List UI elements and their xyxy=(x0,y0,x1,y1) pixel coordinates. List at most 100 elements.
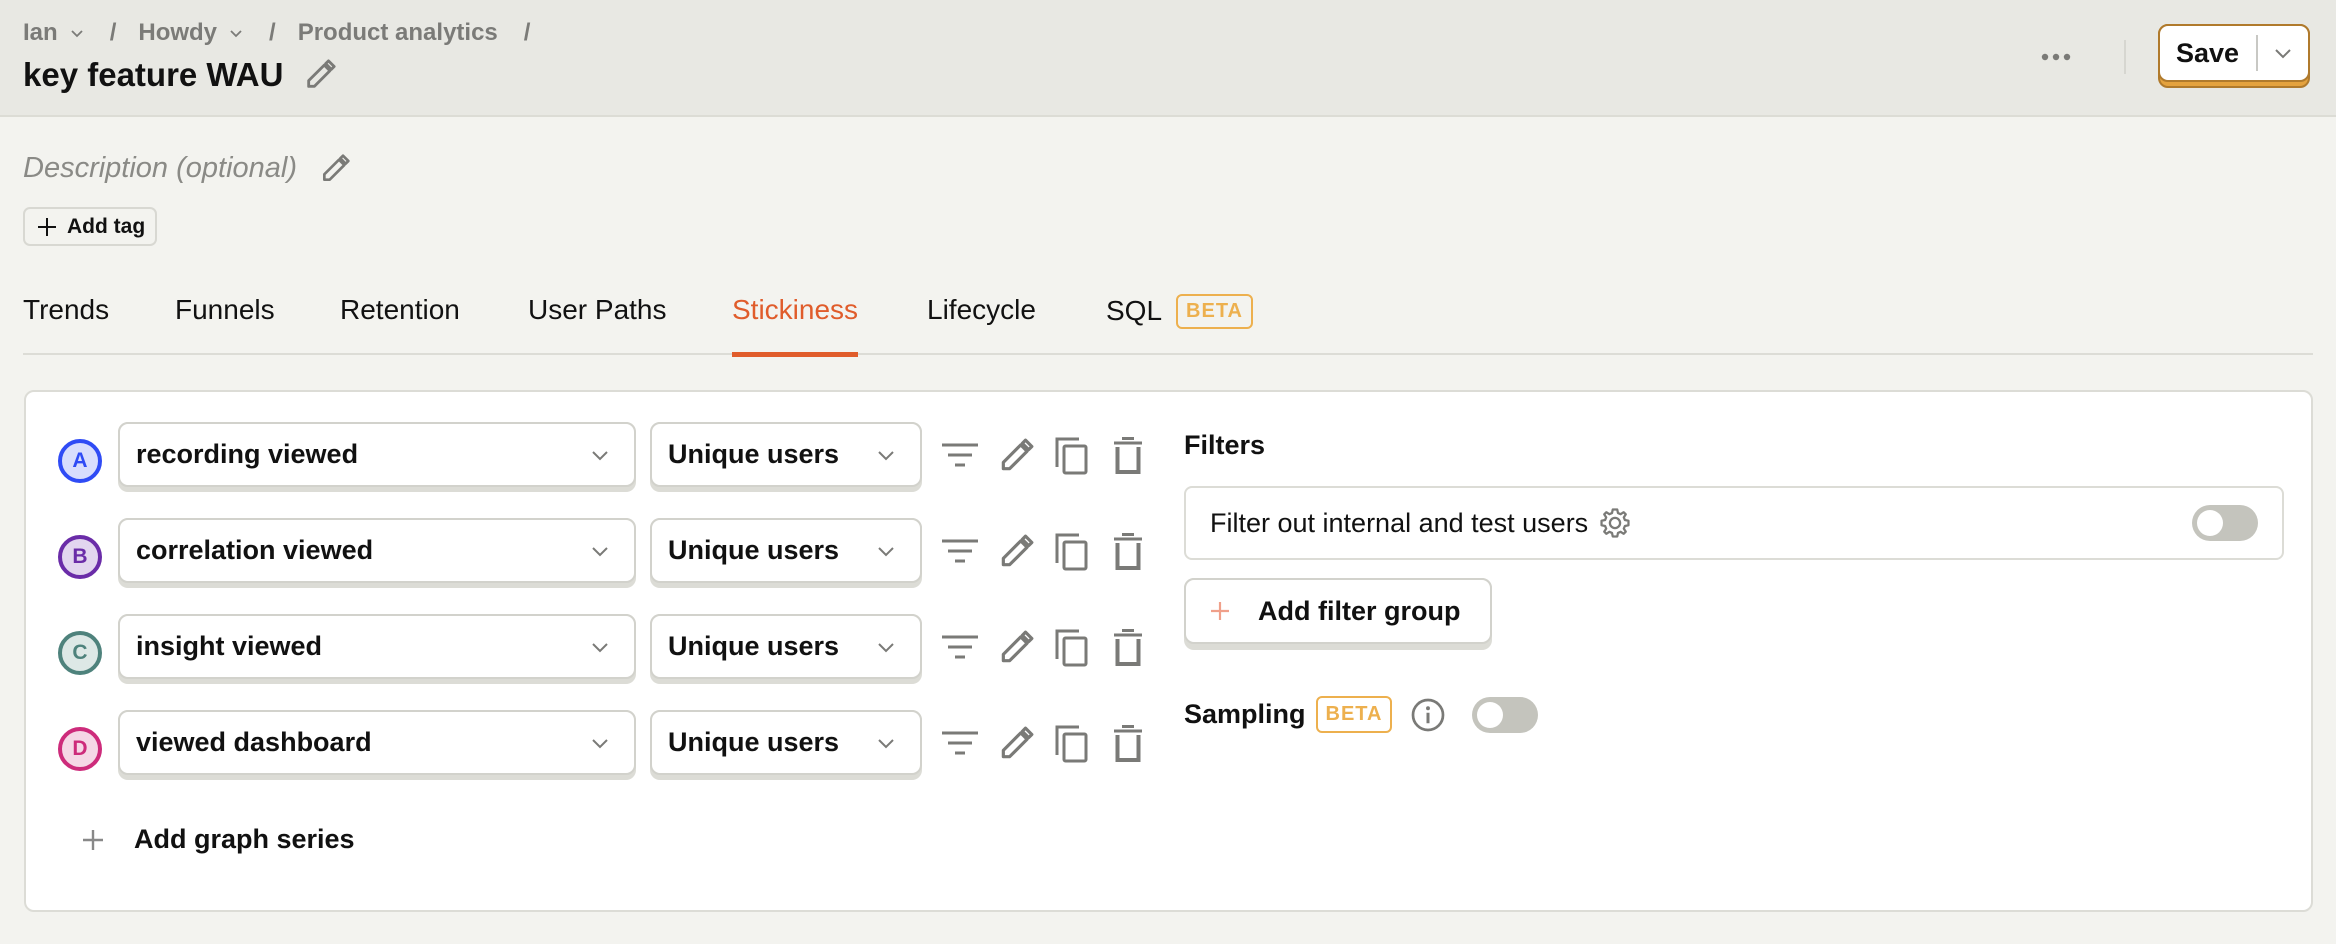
tab-label: Lifecycle xyxy=(927,294,1036,325)
rename-button[interactable] xyxy=(996,628,1036,668)
math-select-value: Unique users xyxy=(668,439,840,469)
tab-sql[interactable]: SQL BETA xyxy=(1106,290,1253,355)
info-icon[interactable] xyxy=(1410,697,1446,733)
chevron-down-icon xyxy=(2275,49,2291,59)
add-graph-series-label: Add graph series xyxy=(134,824,355,854)
series-actions xyxy=(940,724,1164,764)
copy-icon xyxy=(1055,437,1088,475)
breadcrumb-separator: / xyxy=(269,19,276,46)
test-account-filter-toggle[interactable] xyxy=(2192,505,2258,541)
chevron-down-icon xyxy=(878,738,894,748)
event-select-value: insight viewed xyxy=(136,631,323,661)
gear-icon[interactable] xyxy=(1598,506,1632,540)
series-letter-badge: B xyxy=(58,535,102,579)
series-actions xyxy=(940,436,1164,476)
duplicate-button[interactable] xyxy=(1052,628,1092,668)
filter-button[interactable] xyxy=(940,436,980,476)
chevron-down-icon xyxy=(592,738,608,748)
pencil-icon[interactable] xyxy=(303,58,337,92)
series-actions xyxy=(940,628,1164,668)
series-letter-badge: C xyxy=(58,631,102,675)
filter-button[interactable] xyxy=(940,628,980,668)
duplicate-button[interactable] xyxy=(1052,436,1092,476)
page-title[interactable]: key feature WAU xyxy=(23,56,283,94)
tab-stickiness[interactable]: Stickiness xyxy=(732,290,859,357)
add-tag-button[interactable]: Add tag xyxy=(23,207,158,246)
series-letter-badge: A xyxy=(58,439,102,483)
rename-button[interactable] xyxy=(996,532,1036,572)
math-select-value: Unique users xyxy=(668,727,840,757)
math-select[interactable]: Unique users xyxy=(650,710,922,780)
save-button[interactable]: Save xyxy=(2160,38,2256,69)
pencil-icon xyxy=(1001,438,1034,471)
delete-button[interactable] xyxy=(1108,628,1148,668)
tab-funnels[interactable]: Funnels xyxy=(175,290,275,355)
series-actions xyxy=(940,532,1164,572)
save-button-group: Save xyxy=(2158,24,2310,88)
delete-button[interactable] xyxy=(1108,436,1148,476)
sampling-toggle[interactable] xyxy=(1472,696,1539,733)
insight-type-tabs: Trends Funnels Retention User Paths Stic… xyxy=(23,290,2313,357)
math-select[interactable]: Unique users xyxy=(650,614,922,684)
description-row: Description (optional) xyxy=(23,152,351,185)
filters-heading: Filters xyxy=(1184,430,1266,460)
tab-retention[interactable]: Retention xyxy=(340,290,460,355)
chevron-down-icon xyxy=(878,642,894,652)
chevron-down-icon xyxy=(230,30,242,38)
chevron-down-icon xyxy=(878,450,894,460)
delete-button[interactable] xyxy=(1108,724,1148,764)
more-options-button[interactable] xyxy=(2036,42,2076,72)
copy-icon xyxy=(1055,725,1088,763)
chevron-down-icon xyxy=(592,642,608,652)
duplicate-button[interactable] xyxy=(1052,532,1092,572)
breadcrumb-org-label: Ian xyxy=(23,19,58,46)
math-select[interactable]: Unique users xyxy=(650,518,922,588)
event-select[interactable]: insight viewed xyxy=(118,614,636,684)
filter-icon xyxy=(942,635,978,659)
delete-button[interactable] xyxy=(1108,532,1148,572)
filter-button[interactable] xyxy=(940,724,980,764)
tab-label: Funnels xyxy=(175,294,275,325)
plus-icon xyxy=(1211,602,1229,620)
tab-trends[interactable]: Trends xyxy=(23,290,109,355)
rename-button[interactable] xyxy=(996,436,1036,476)
duplicate-button[interactable] xyxy=(1052,724,1092,764)
save-options-button[interactable] xyxy=(2258,26,2308,80)
math-select[interactable]: Unique users xyxy=(650,422,922,492)
event-select-value: viewed dashboard xyxy=(136,727,372,757)
filter-icon xyxy=(942,443,978,467)
event-select[interactable]: viewed dashboard xyxy=(118,710,636,780)
copy-icon xyxy=(1055,629,1088,667)
chevron-down-icon xyxy=(878,546,894,556)
chevron-down-icon xyxy=(592,546,608,556)
header-divider xyxy=(2124,40,2126,74)
tab-user-paths[interactable]: User Paths xyxy=(528,290,667,355)
query-editor-card: A recording viewed Unique users B correl… xyxy=(24,390,2313,912)
tab-lifecycle[interactable]: Lifecycle xyxy=(927,290,1036,355)
tab-label: User Paths xyxy=(528,294,667,325)
tab-label: Retention xyxy=(340,294,460,325)
sampling-label: Sampling xyxy=(1184,699,1306,729)
pencil-icon xyxy=(1001,630,1034,663)
math-select-value: Unique users xyxy=(668,631,840,661)
breadcrumb-org[interactable]: Ian xyxy=(23,19,84,47)
breadcrumb-separator: / xyxy=(109,19,117,46)
pencil-icon[interactable] xyxy=(319,153,351,185)
sampling-row: Sampling BETA xyxy=(1184,696,1539,733)
rename-button[interactable] xyxy=(996,724,1036,764)
event-select[interactable]: recording viewed xyxy=(118,422,636,492)
test-account-filter: Filter out internal and test users xyxy=(1184,486,2284,560)
trash-icon xyxy=(1114,725,1142,762)
breadcrumb-section[interactable]: Product analytics xyxy=(298,19,498,47)
event-select-value: correlation viewed xyxy=(136,535,374,565)
description-field[interactable]: Description (optional) xyxy=(23,152,297,185)
event-select[interactable]: correlation viewed xyxy=(118,518,636,588)
pencil-icon xyxy=(1001,534,1034,567)
breadcrumb-project[interactable]: Howdy xyxy=(138,19,243,47)
trash-icon xyxy=(1114,629,1142,666)
add-graph-series-button[interactable]: Add graph series xyxy=(82,824,355,855)
filter-icon xyxy=(942,731,978,755)
add-filter-group-button[interactable]: Add filter group xyxy=(1184,578,1492,650)
breadcrumb-project-label: Howdy xyxy=(138,19,218,46)
filter-button[interactable] xyxy=(940,532,980,572)
